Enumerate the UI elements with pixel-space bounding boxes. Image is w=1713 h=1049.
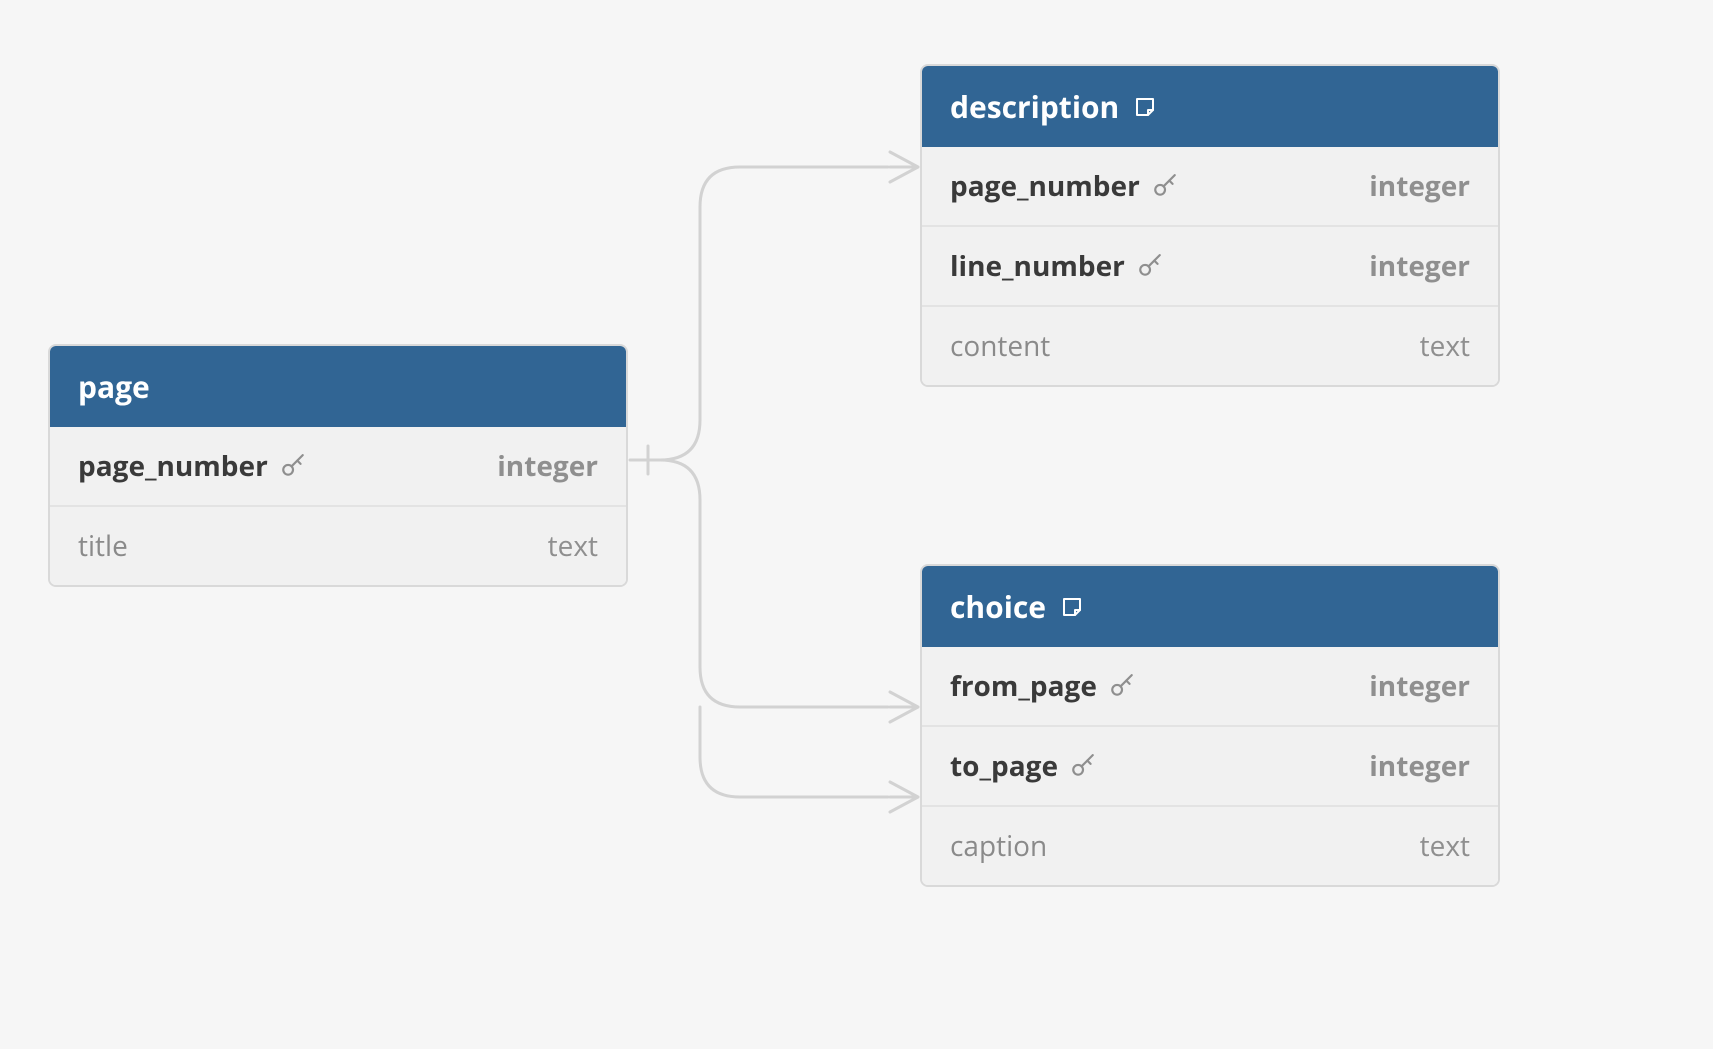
- column-name: page_number: [78, 447, 268, 485]
- table-page-title: page: [78, 366, 150, 407]
- column-type: integer: [1369, 167, 1470, 205]
- column-type: text: [548, 527, 598, 565]
- table-choice-body: from_page integer to_page: [922, 647, 1498, 885]
- table-page-body: page_number integer title text: [50, 427, 626, 585]
- column-type: integer: [497, 447, 598, 485]
- erd-canvas: page page_number integer: [0, 0, 1713, 1049]
- table-page-column-page_number[interactable]: page_number integer: [50, 427, 626, 505]
- table-description-title: description: [950, 86, 1119, 127]
- table-description[interactable]: description page_number: [920, 64, 1500, 387]
- key-icon: [1152, 173, 1178, 199]
- table-choice[interactable]: choice from_page: [920, 564, 1500, 887]
- column-name: content: [950, 327, 1050, 365]
- table-description-header[interactable]: description: [922, 66, 1498, 147]
- column-name: title: [78, 527, 128, 565]
- table-description-body: page_number integer line_number: [922, 147, 1498, 385]
- column-type: integer: [1369, 667, 1470, 705]
- note-icon: [1133, 95, 1157, 119]
- table-choice-title: choice: [950, 586, 1046, 627]
- key-icon: [1137, 253, 1163, 279]
- column-type: text: [1420, 827, 1470, 865]
- column-name: caption: [950, 827, 1047, 865]
- key-icon: [1070, 753, 1096, 779]
- column-name: from_page: [950, 667, 1097, 705]
- key-icon: [1109, 673, 1135, 699]
- column-name: to_page: [950, 747, 1058, 785]
- column-type: integer: [1369, 747, 1470, 785]
- table-description-column-line_number[interactable]: line_number integer: [922, 225, 1498, 305]
- column-name: page_number: [950, 167, 1140, 205]
- table-page[interactable]: page page_number integer: [48, 344, 628, 587]
- table-choice-header[interactable]: choice: [922, 566, 1498, 647]
- table-description-column-content[interactable]: content text: [922, 305, 1498, 385]
- table-choice-column-from_page[interactable]: from_page integer: [922, 647, 1498, 725]
- column-type: text: [1420, 327, 1470, 365]
- table-page-header[interactable]: page: [50, 346, 626, 427]
- table-choice-column-to_page[interactable]: to_page integer: [922, 725, 1498, 805]
- table-page-column-title[interactable]: title text: [50, 505, 626, 585]
- column-type: integer: [1369, 247, 1470, 285]
- key-icon: [280, 453, 306, 479]
- note-icon: [1060, 595, 1084, 619]
- column-name: line_number: [950, 247, 1125, 285]
- table-description-column-page_number[interactable]: page_number integer: [922, 147, 1498, 225]
- table-choice-column-caption[interactable]: caption text: [922, 805, 1498, 885]
